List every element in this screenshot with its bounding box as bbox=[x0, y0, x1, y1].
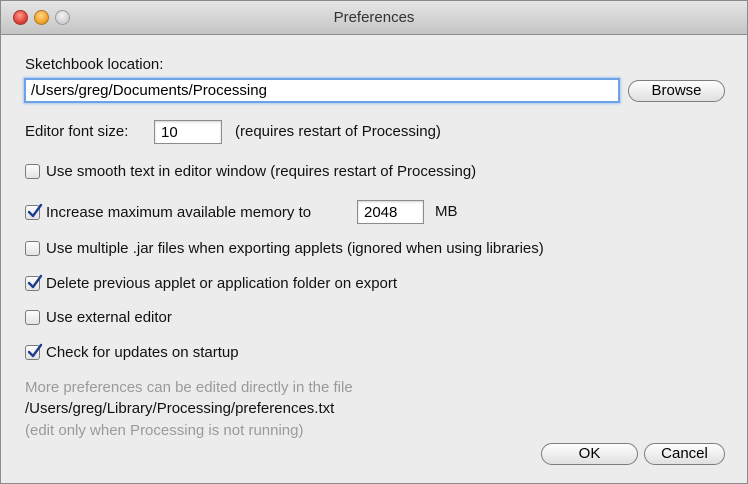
preferences-file-path: /Users/greg/Library/Processing/preferenc… bbox=[25, 400, 335, 417]
increase-memory-checkbox[interactable] bbox=[25, 203, 43, 220]
preferences-window: Preferences Sketchbook location: Browse … bbox=[0, 0, 748, 484]
multiple-jar-label: Use multiple .jar files when exporting a… bbox=[46, 239, 544, 257]
delete-previous-label: Delete previous applet or application fo… bbox=[46, 274, 398, 292]
smooth-text-option[interactable]: Use smooth text in editor window (requir… bbox=[25, 161, 476, 181]
memory-input[interactable] bbox=[357, 200, 424, 224]
external-editor-label: Use external editor bbox=[46, 308, 172, 326]
checkmark-icon bbox=[27, 203, 43, 217]
checkmark-icon bbox=[27, 343, 43, 357]
check-updates-label: Check for updates on startup bbox=[46, 343, 239, 361]
check-updates-option[interactable]: Check for updates on startup bbox=[25, 342, 239, 362]
sketchbook-label: Sketchbook location: bbox=[25, 56, 164, 73]
more-preferences-text: More preferences can be edited directly … bbox=[25, 379, 353, 396]
delete-previous-option[interactable]: Delete previous applet or application fo… bbox=[25, 273, 397, 293]
multiple-jar-checkbox[interactable] bbox=[25, 240, 40, 256]
external-editor-checkbox[interactable] bbox=[25, 309, 40, 325]
smooth-text-label: Use smooth text in editor window (requir… bbox=[46, 162, 477, 180]
browse-button[interactable]: Browse bbox=[628, 80, 725, 102]
external-editor-option[interactable]: Use external editor bbox=[25, 307, 172, 327]
font-size-input[interactable] bbox=[154, 120, 222, 144]
window-title: Preferences bbox=[333, 9, 415, 26]
smooth-text-checkbox[interactable] bbox=[25, 163, 40, 179]
ok-button[interactable]: OK bbox=[541, 443, 638, 465]
delete-previous-checkbox[interactable] bbox=[25, 274, 43, 291]
title-bar: Preferences bbox=[1, 1, 747, 35]
checkmark-icon bbox=[27, 274, 43, 288]
increase-memory-option[interactable]: Increase maximum available memory to bbox=[25, 202, 311, 222]
sketchbook-location-input[interactable] bbox=[24, 78, 620, 103]
increase-memory-label: Increase maximum available memory to bbox=[46, 203, 312, 221]
multiple-jar-option[interactable]: Use multiple .jar files when exporting a… bbox=[25, 238, 544, 258]
check-updates-checkbox[interactable] bbox=[25, 343, 43, 360]
memory-unit: MB bbox=[435, 203, 458, 220]
cancel-button[interactable]: Cancel bbox=[644, 443, 725, 465]
edit-note-text: (edit only when Processing is not runnin… bbox=[25, 422, 304, 439]
font-size-note: (requires restart of Processing) bbox=[235, 123, 441, 140]
font-size-label: Editor font size: bbox=[25, 123, 129, 140]
